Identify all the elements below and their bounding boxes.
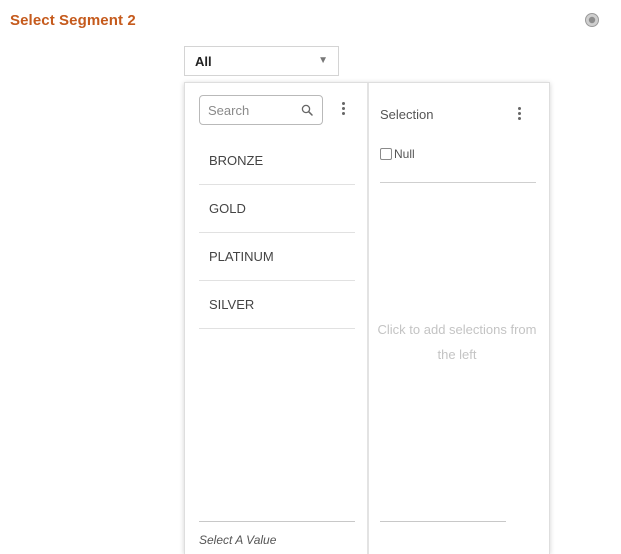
empty-selection-message: Click to add selections from the left [377,322,537,362]
list-item-gold[interactable]: GOLD [199,185,355,233]
selection-footer-divider [380,521,506,522]
available-values-column: BRONZE GOLD PLATINUM SILVER Select A Val… [185,83,367,554]
list-item-silver[interactable]: SILVER [199,281,355,329]
chevron-down-icon: ▼ [318,55,328,66]
list-item-bronze[interactable]: BRONZE [199,137,355,185]
available-menu-kebab-icon[interactable] [340,102,346,118]
selection-menu-kebab-icon[interactable] [516,107,522,123]
search-icon[interactable] [301,104,313,116]
null-label: Null [394,147,415,161]
null-checkbox[interactable] [380,148,392,160]
selection-header: Selection [380,107,434,122]
gear-icon[interactable] [584,12,600,28]
search-field[interactable] [199,95,323,125]
segment-filter: Select Segment 2 All ▼ BRONZE GOL [0,0,621,554]
search-input[interactable] [208,101,292,119]
page-title: Select Segment 2 [10,12,136,29]
selection-divider [380,182,536,183]
footer-divider [199,521,355,522]
selection-panel: BRONZE GOLD PLATINUM SILVER Select A Val… [184,82,550,554]
select-value-hint: Select A Value [199,533,277,547]
selection-column: Selection Null Click to add selections f… [369,83,549,554]
dropdown-value: All [195,54,212,69]
list-item-platinum[interactable]: PLATINUM [199,233,355,281]
segment-dropdown[interactable]: All ▼ [184,46,339,76]
available-values-list: BRONZE GOLD PLATINUM SILVER [199,137,355,329]
